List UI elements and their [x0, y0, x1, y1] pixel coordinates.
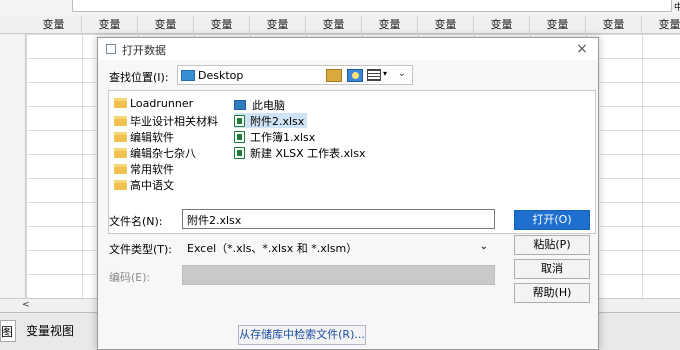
column-header-row: 变量 变量 变量 变量 变量 变量 变量 变量 变量 变量 变量 变量: [0, 16, 680, 34]
folder-icon: [114, 98, 127, 108]
folder-icon: [114, 180, 127, 190]
row-header: [0, 34, 26, 298]
scroll-left-arrow[interactable]: <: [22, 300, 30, 310]
folder-item[interactable]: 毕业设计相关材料: [114, 113, 221, 128]
folder-item[interactable]: 高中语文: [114, 177, 177, 192]
column-header[interactable]: 变量: [138, 16, 194, 34]
file-name-label: 文件名(N):: [109, 215, 163, 228]
tab-variable-view[interactable]: 变量视图: [22, 320, 78, 342]
excel-file-icon: [234, 115, 245, 127]
folder-icon: [114, 132, 127, 142]
folder-icon: [114, 116, 127, 126]
cancel-button[interactable]: 取消: [514, 259, 590, 279]
column-header[interactable]: 变量: [82, 16, 138, 34]
item-name: 此电脑: [252, 99, 285, 112]
help-button[interactable]: 帮助(H): [514, 283, 590, 303]
dialog-titlebar: 打开数据 ×: [98, 38, 598, 60]
computer-item[interactable]: 此电脑: [234, 97, 288, 112]
view-menu-icon[interactable]: [367, 69, 381, 81]
folder-name: 编辑杂七杂八: [130, 147, 196, 160]
paste-button[interactable]: 粘贴(P): [514, 235, 590, 255]
dialog-title: 打开数据: [122, 44, 166, 57]
column-header[interactable]: 变量: [362, 16, 418, 34]
column-header[interactable]: 变量: [586, 16, 642, 34]
top-right-glyph: 中: [674, 3, 680, 13]
retrieve-from-repository-button[interactable]: 从存储库中检索文件(R)...: [238, 325, 366, 345]
column-header[interactable]: 变量: [26, 16, 82, 34]
column-header[interactable]: 变量: [530, 16, 586, 34]
folder-name: 常用软件: [130, 163, 174, 176]
folder-name: 毕业设计相关材料: [130, 115, 218, 128]
look-in-label: 查找位置(I):: [109, 71, 169, 84]
file-item[interactable]: 新建 XLSX 工作表.xlsx: [234, 145, 368, 160]
encoding-field-disabled: [182, 265, 495, 285]
file-name: 附件2.xlsx: [250, 115, 305, 128]
close-button[interactable]: ×: [574, 40, 590, 58]
formula-input[interactable]: [72, 0, 672, 12]
folder-name: 编辑软件: [130, 131, 174, 144]
up-folder-icon[interactable]: [326, 69, 342, 82]
dialog-app-icon: [106, 44, 116, 54]
column-header[interactable]: 变量: [418, 16, 474, 34]
file-type-value: Excel（*.xls、*.xlsx 和 *.xlsm）: [187, 242, 358, 255]
view-menu-arrow-icon[interactable]: ▾: [383, 69, 387, 78]
folder-item[interactable]: 编辑软件: [114, 129, 177, 144]
file-name: 工作簿1.xlsx: [250, 131, 316, 144]
file-name: 新建 XLSX 工作表.xlsx: [250, 147, 366, 160]
column-header[interactable]: 变量: [474, 16, 530, 34]
chevron-down-icon: ⌄: [397, 68, 406, 79]
file-name-input[interactable]: 附件2.xlsx: [182, 209, 495, 229]
encoding-label: 编码(E):: [109, 271, 151, 284]
excel-file-icon: [234, 147, 245, 159]
folder-icon: [114, 148, 127, 158]
folder-name: 高中语文: [130, 179, 174, 192]
file-type-dropdown[interactable]: Excel（*.xls、*.xlsx 和 *.xlsm） ⌄: [182, 237, 495, 257]
excel-file-icon: [234, 131, 245, 143]
column-header[interactable]: 变量: [194, 16, 250, 34]
new-folder-icon[interactable]: [347, 69, 363, 82]
column-header[interactable]: 变量: [642, 16, 680, 34]
open-data-dialog: 打开数据 × 查找位置(I): Desktop ⌄ ▾ Loadrunner 毕…: [97, 37, 599, 350]
file-item-selected[interactable]: 附件2.xlsx: [234, 113, 308, 128]
computer-icon: [234, 100, 246, 110]
folder-icon: [114, 164, 127, 174]
look-in-value: Desktop: [198, 69, 244, 82]
file-item[interactable]: 工作簿1.xlsx: [234, 129, 318, 144]
folder-item[interactable]: Loadrunner: [114, 97, 196, 112]
folder-name: Loadrunner: [130, 97, 194, 110]
folder-item[interactable]: 编辑杂七杂八: [114, 145, 199, 160]
desktop-icon: [181, 70, 195, 81]
chevron-down-icon: ⌄: [479, 241, 488, 252]
column-header[interactable]: 变量: [306, 16, 362, 34]
file-type-label: 文件类型(T):: [109, 243, 173, 256]
tab-data-view[interactable]: 图: [0, 320, 16, 342]
column-header[interactable]: 变量: [250, 16, 306, 34]
folder-item[interactable]: 常用软件: [114, 161, 177, 176]
open-button[interactable]: 打开(O): [514, 210, 590, 230]
